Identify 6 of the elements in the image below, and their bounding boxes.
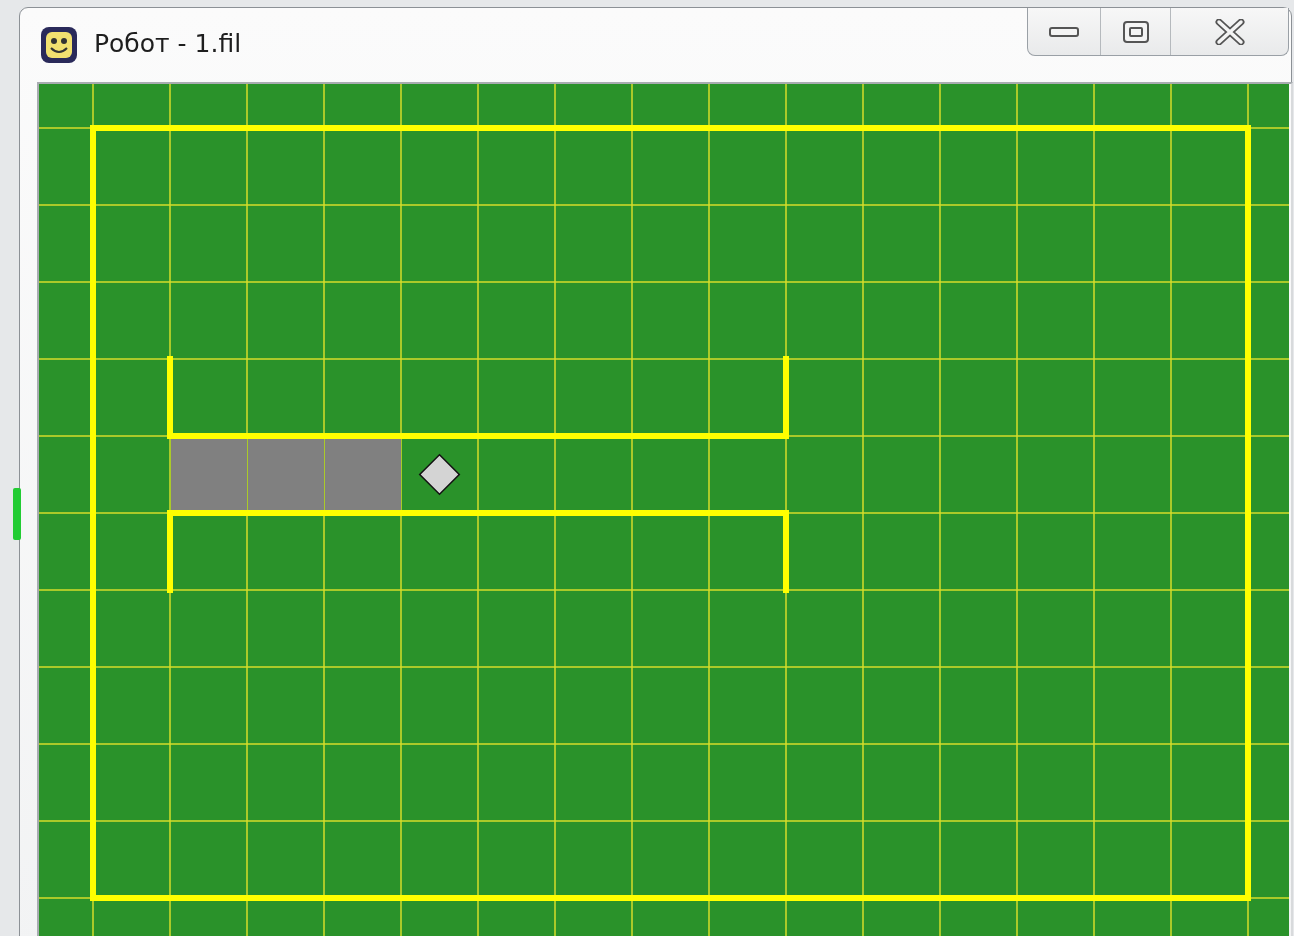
status-glow: [13, 488, 21, 540]
close-icon: [1214, 18, 1245, 45]
maximize-icon: [1121, 19, 1150, 44]
minimize-icon: [1049, 25, 1079, 38]
window-title: Робот - 1.fil: [94, 28, 242, 60]
smiley-icon: [40, 26, 78, 64]
